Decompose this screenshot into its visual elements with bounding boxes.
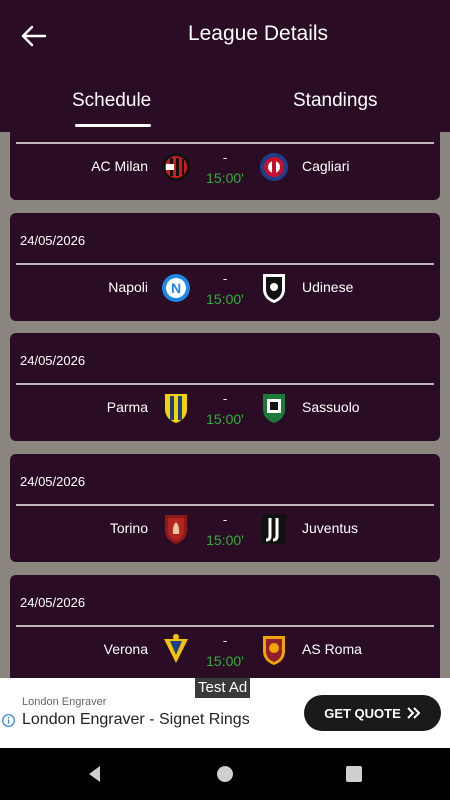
tab-schedule[interactable]: Schedule bbox=[0, 80, 225, 132]
card-divider bbox=[16, 383, 434, 385]
system-nav-bar bbox=[0, 748, 450, 800]
match-list[interactable]: AC Milan - 15:00' Cagliari 24/05/2026 Na… bbox=[0, 132, 450, 678]
away-team-name: Udinese bbox=[302, 279, 354, 295]
info-icon[interactable] bbox=[2, 714, 15, 727]
tab-standings[interactable]: Standings bbox=[225, 80, 450, 132]
kickoff-time: 15:00' bbox=[206, 170, 244, 186]
juventus-logo-icon bbox=[262, 514, 286, 544]
kickoff-time: 15:00' bbox=[206, 291, 244, 307]
parma-logo-icon bbox=[165, 394, 187, 423]
nav-recents-icon[interactable] bbox=[342, 762, 366, 786]
ac-milan-logo-icon bbox=[162, 153, 190, 181]
score-separator: - bbox=[222, 633, 228, 648]
home-team-name: AC Milan bbox=[91, 158, 148, 174]
kickoff-time: 15:00' bbox=[206, 653, 244, 669]
score-separator: - bbox=[222, 150, 228, 165]
tab-bar: Schedule Standings bbox=[0, 80, 450, 132]
double-chevron-right-icon bbox=[407, 707, 421, 719]
as-roma-logo-icon bbox=[263, 636, 285, 665]
score-separator: - bbox=[222, 391, 228, 406]
kickoff-time: 15:00' bbox=[206, 411, 244, 427]
card-divider bbox=[16, 142, 434, 144]
home-team-name: Torino bbox=[109, 520, 148, 536]
get-quote-label: GET QUOTE bbox=[324, 705, 401, 721]
ad-advertiser: London Engraver bbox=[22, 696, 107, 708]
nav-back-icon[interactable] bbox=[83, 762, 107, 786]
torino-logo-icon bbox=[165, 515, 187, 544]
get-quote-button[interactable]: GET QUOTE bbox=[304, 695, 441, 731]
home-team-name: Verona bbox=[103, 641, 148, 657]
ad-banner[interactable]: Test Ad London Engraver London Engraver … bbox=[0, 678, 450, 748]
test-ad-label: Test Ad bbox=[195, 678, 251, 698]
score-separator: - bbox=[222, 271, 228, 286]
card-divider bbox=[16, 625, 434, 627]
home-team-name: Parma bbox=[106, 399, 148, 415]
match-date: 24/05/2026 bbox=[20, 595, 86, 610]
match-date: 24/05/2026 bbox=[20, 353, 86, 368]
card-divider bbox=[16, 504, 434, 506]
verona-logo-icon bbox=[164, 634, 188, 663]
udinese-logo-icon bbox=[263, 274, 285, 303]
score-separator: - bbox=[222, 512, 228, 527]
svg-text:N: N bbox=[171, 280, 181, 296]
away-team-name: Juventus bbox=[302, 520, 359, 536]
ad-headline: London Engraver - Signet Rings bbox=[22, 711, 250, 728]
card-divider bbox=[16, 263, 434, 265]
match-card[interactable]: 24/05/2026 Verona - 15:00' AS Roma bbox=[10, 575, 440, 678]
away-team-name: AS Roma bbox=[302, 641, 362, 657]
match-date: 24/05/2026 bbox=[20, 233, 86, 248]
kickoff-time: 15:00' bbox=[206, 532, 244, 548]
match-card[interactable]: 24/05/2026 Parma - 15:00' Sassuolo bbox=[10, 333, 440, 441]
nav-home-icon[interactable] bbox=[213, 762, 237, 786]
match-card[interactable]: 24/05/2026 Torino - 15:00' Juventus bbox=[10, 454, 440, 562]
cagliari-logo-icon bbox=[260, 153, 288, 181]
app-bar: League Details Schedule Standings bbox=[0, 0, 450, 132]
napoli-logo-icon: N bbox=[162, 274, 190, 302]
match-card[interactable]: 24/05/2026 Napoli N - 15:00' Udinese bbox=[10, 213, 440, 321]
sassuolo-logo-icon bbox=[263, 394, 285, 423]
page-title: League Details bbox=[187, 22, 329, 45]
away-team-name: Cagliari bbox=[302, 158, 350, 174]
match-card[interactable]: AC Milan - 15:00' Cagliari bbox=[10, 132, 440, 200]
away-team-name: Sassuolo bbox=[302, 399, 360, 415]
home-team-name: Napoli bbox=[108, 279, 148, 295]
match-date: 24/05/2026 bbox=[20, 474, 86, 489]
